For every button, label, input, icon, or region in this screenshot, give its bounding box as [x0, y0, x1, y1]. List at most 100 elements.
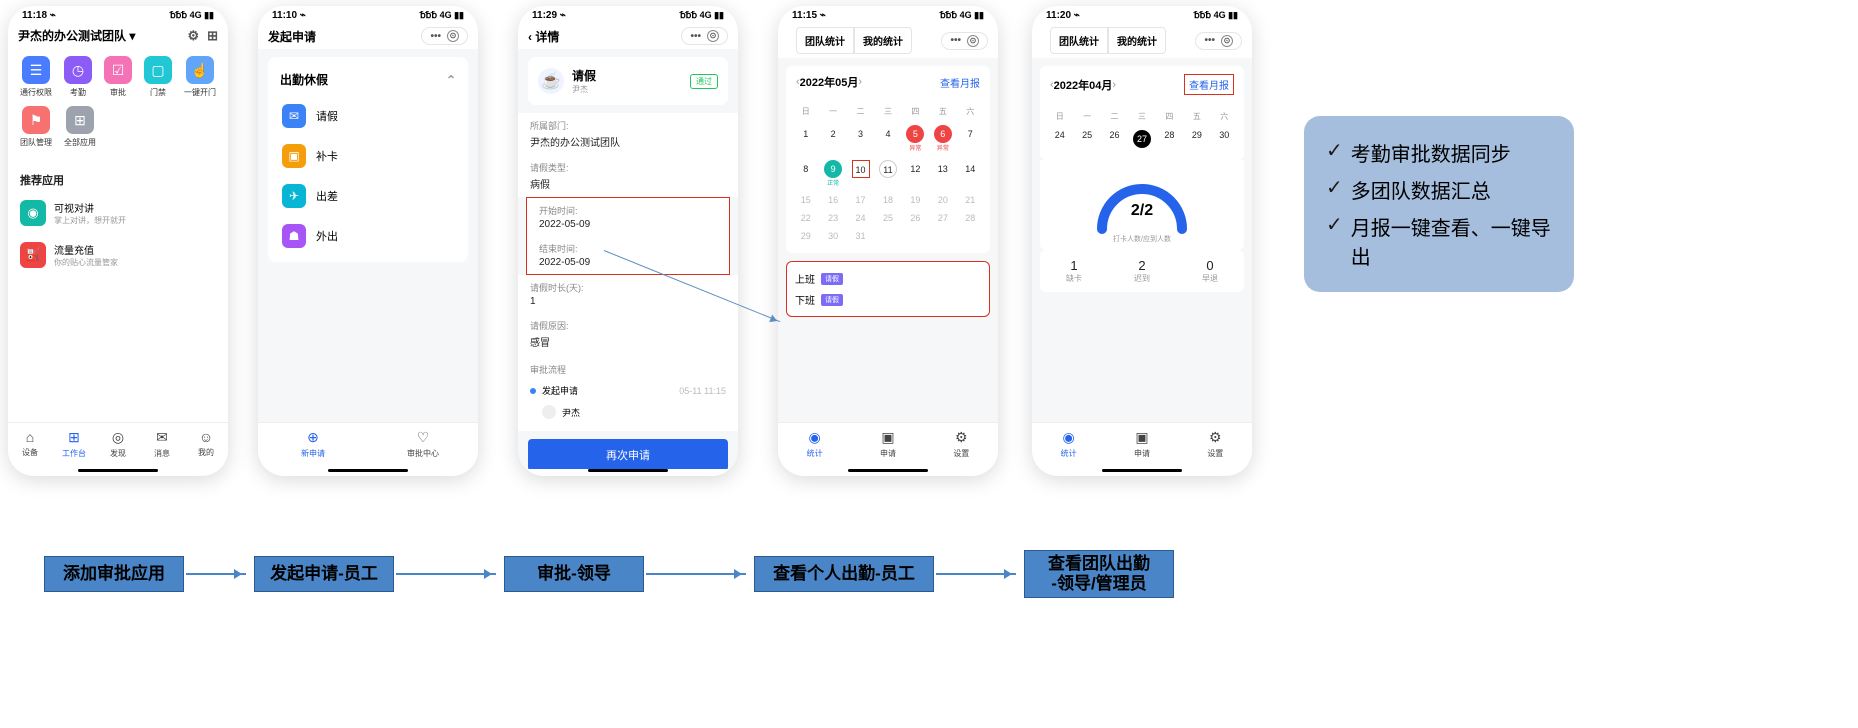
- tab-approval-center[interactable]: ♡审批中心: [368, 429, 478, 459]
- close-icon[interactable]: ⊙: [967, 35, 979, 47]
- tab-工作台[interactable]: ⊞工作台: [52, 429, 96, 459]
- miniapp-menu[interactable]: ••• ⊙: [1195, 32, 1242, 50]
- close-icon[interactable]: ⊙: [707, 30, 719, 42]
- cal-day[interactable]: 17: [847, 191, 874, 209]
- weekday: 二: [1101, 107, 1128, 126]
- network: ␢␢␢ 4G ▮▮: [940, 10, 984, 21]
- applicant: 尹杰: [572, 84, 596, 95]
- app-团队管理[interactable]: ⚑团队管理: [20, 106, 52, 148]
- tab-申请[interactable]: ▣申请: [851, 429, 924, 459]
- cal-day[interactable]: 14: [957, 156, 984, 191]
- tab-我的[interactable]: ☺我的: [184, 429, 228, 459]
- cal-day[interactable]: 11: [874, 156, 901, 191]
- app-考勤[interactable]: ◷考勤: [64, 56, 92, 98]
- tab-mine[interactable]: 我的统计: [1108, 27, 1166, 54]
- cal-day[interactable]: 12: [902, 156, 929, 191]
- app-门禁[interactable]: ▢门禁: [144, 56, 172, 98]
- tab-发现[interactable]: ◎发现: [96, 429, 140, 459]
- cal-day[interactable]: 3: [847, 121, 874, 156]
- apply-外出[interactable]: ☗外出: [268, 216, 468, 256]
- tab-设置[interactable]: ⚙设置: [1179, 429, 1252, 459]
- tab-team[interactable]: 团队统计: [796, 27, 854, 54]
- gear-icon[interactable]: ⚙: [187, 28, 199, 44]
- accordion-header[interactable]: 出勤休假 ⌃: [268, 63, 468, 96]
- reco-item[interactable]: ⛽流量充值你的贴心流量管家: [8, 234, 228, 276]
- miniapp-menu[interactable]: ••• ⊙: [421, 27, 468, 45]
- app-通行权限[interactable]: ☰通行权限: [20, 56, 52, 98]
- stat-早退[interactable]: 0早退: [1176, 258, 1244, 284]
- tab-设置[interactable]: ⚙设置: [925, 429, 998, 459]
- cal-day[interactable]: 29: [792, 227, 819, 245]
- tab-new-apply[interactable]: ⊕新申请: [258, 429, 368, 459]
- cal-day[interactable]: 7: [957, 121, 984, 156]
- reapply-button[interactable]: 再次申请: [528, 439, 728, 469]
- cal-day[interactable]: 13: [929, 156, 956, 191]
- cal-day[interactable]: 2: [819, 121, 846, 156]
- apply-出差[interactable]: ✈出差: [268, 176, 468, 216]
- cal-day[interactable]: 19: [902, 191, 929, 209]
- check-icon: ✓: [1326, 138, 1343, 163]
- cal-day[interactable]: 28: [957, 209, 984, 227]
- cal-day[interactable]: 8: [792, 156, 819, 191]
- tab-mine[interactable]: 我的统计: [854, 27, 912, 54]
- close-icon[interactable]: ⊙: [447, 30, 459, 42]
- cal-day[interactable]: 5异常: [902, 121, 929, 156]
- view-report-link[interactable]: 查看月报: [940, 75, 980, 90]
- cal-day[interactable]: 27: [929, 209, 956, 227]
- cal-day[interactable]: 23: [819, 209, 846, 227]
- cal-day[interactable]: 31: [847, 227, 874, 245]
- cal-day[interactable]: 29: [1183, 126, 1210, 152]
- close-icon[interactable]: ⊙: [1221, 35, 1233, 47]
- cal-day[interactable]: 26: [1101, 126, 1128, 152]
- tab-申请[interactable]: ▣申请: [1105, 429, 1178, 459]
- header: 团队统计 我的统计 ••• ⊙: [1032, 23, 1252, 58]
- cal-day[interactable]: 18: [874, 191, 901, 209]
- cal-day[interactable]: 22: [792, 209, 819, 227]
- cal-day[interactable]: 9正常: [819, 156, 846, 191]
- cal-day[interactable]: 20: [929, 191, 956, 209]
- cal-day[interactable]: 16: [819, 191, 846, 209]
- app-审批[interactable]: ☑审批: [104, 56, 132, 98]
- cal-day[interactable]: [929, 227, 956, 245]
- cal-day[interactable]: 28: [1156, 126, 1183, 152]
- next-month[interactable]: ›: [1112, 79, 1116, 91]
- cal-day[interactable]: 30: [819, 227, 846, 245]
- app-一键开门[interactable]: ☝一键开门: [184, 56, 216, 98]
- tab-icon: ◉: [1032, 429, 1105, 446]
- view-report-link[interactable]: 查看月报: [1184, 74, 1234, 95]
- reco-item[interactable]: ◉可视对讲掌上对讲，想开就开: [8, 192, 228, 234]
- cal-day[interactable]: 1: [792, 121, 819, 156]
- cal-day[interactable]: 15: [792, 191, 819, 209]
- apply-补卡[interactable]: ▣补卡: [268, 136, 468, 176]
- miniapp-menu[interactable]: ••• ⊙: [941, 32, 988, 50]
- cal-day[interactable]: 24: [1046, 126, 1073, 152]
- next-month[interactable]: ›: [858, 76, 862, 88]
- tab-统计[interactable]: ◉统计: [778, 429, 851, 459]
- cal-day[interactable]: 24: [847, 209, 874, 227]
- back-button[interactable]: ‹ 详情: [528, 28, 681, 45]
- grid-icon[interactable]: ⊞: [207, 28, 218, 44]
- cal-day[interactable]: 10: [847, 156, 874, 191]
- cal-day[interactable]: [902, 227, 929, 245]
- tab-team[interactable]: 团队统计: [1050, 27, 1108, 54]
- weekday: 日: [1046, 107, 1073, 126]
- stat-缺卡[interactable]: 1缺卡: [1040, 258, 1108, 284]
- cal-day[interactable]: [957, 227, 984, 245]
- tab-消息[interactable]: ✉消息: [140, 429, 184, 459]
- apply-请假[interactable]: ✉请假: [268, 96, 468, 136]
- cal-day[interactable]: [874, 227, 901, 245]
- team-dropdown[interactable]: 尹杰的办公测试团队 ▾: [18, 27, 187, 44]
- cal-day[interactable]: 25: [1073, 126, 1100, 152]
- cal-day[interactable]: 21: [957, 191, 984, 209]
- cal-day[interactable]: 6异常: [929, 121, 956, 156]
- stat-迟到[interactable]: 2迟到: [1108, 258, 1176, 284]
- miniapp-menu[interactable]: ••• ⊙: [681, 27, 728, 45]
- cal-day[interactable]: 26: [902, 209, 929, 227]
- tab-设备[interactable]: ⌂设备: [8, 429, 52, 459]
- cal-day[interactable]: 30: [1211, 126, 1238, 152]
- cal-day[interactable]: 27: [1128, 126, 1155, 152]
- cal-day[interactable]: 25: [874, 209, 901, 227]
- app-全部应用[interactable]: ⊞全部应用: [64, 106, 96, 148]
- tab-统计[interactable]: ◉统计: [1032, 429, 1105, 459]
- cal-day[interactable]: 4: [874, 121, 901, 156]
